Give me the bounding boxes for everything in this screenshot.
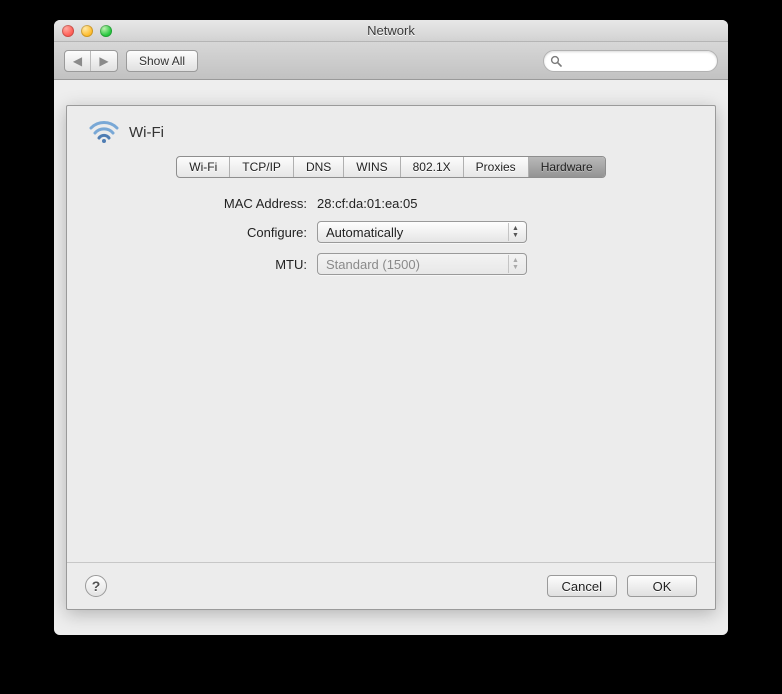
mtu-label: MTU: — [97, 257, 317, 272]
sheet-backdrop: Wi-Fi Wi-Fi TCP/IP DNS WINS 802.1X Proxi… — [54, 80, 728, 635]
configure-select[interactable]: Automatically ▲▼ — [317, 221, 527, 243]
minimize-button[interactable] — [81, 25, 93, 37]
connection-name: Wi-Fi — [129, 124, 164, 141]
traffic-lights — [62, 25, 112, 37]
sheet-footer: ? Cancel OK — [67, 562, 715, 609]
ok-button[interactable]: OK — [627, 575, 697, 597]
tab-wins[interactable]: WINS — [344, 157, 400, 177]
titlebar[interactable]: Network — [54, 20, 728, 42]
forward-button[interactable]: ▶ — [91, 51, 117, 71]
mac-address-value: 28:cf:da:01:ea:05 — [317, 196, 417, 211]
chevron-right-icon: ▶ — [99, 54, 108, 68]
zoom-button[interactable] — [100, 25, 112, 37]
tab-wifi[interactable]: Wi-Fi — [177, 157, 230, 177]
search-input[interactable] — [566, 54, 711, 68]
tab-dns[interactable]: DNS — [294, 157, 344, 177]
tab-hardware[interactable]: Hardware — [529, 157, 605, 177]
configure-label: Configure: — [97, 225, 317, 240]
network-preferences-window: Network ◀ ▶ Show All — [54, 20, 728, 635]
chevron-left-icon: ◀ — [73, 54, 82, 68]
tab-group: Wi-Fi TCP/IP DNS WINS 802.1X Proxies Har… — [176, 156, 605, 178]
close-button[interactable] — [62, 25, 74, 37]
tab-proxies[interactable]: Proxies — [464, 157, 529, 177]
mtu-select-value: Standard (1500) — [326, 257, 420, 272]
configure-select-value: Automatically — [326, 225, 403, 240]
mac-address-row: MAC Address: 28:cf:da:01:ea:05 — [97, 196, 685, 211]
stepper-arrows-icon: ▲▼ — [508, 223, 522, 241]
configure-row: Configure: Automatically ▲▼ — [97, 221, 685, 243]
hardware-tab-content: MAC Address: 28:cf:da:01:ea:05 Configure… — [67, 178, 715, 562]
mtu-row: MTU: Standard (1500) ▲▼ — [97, 253, 685, 275]
search-icon — [550, 55, 562, 67]
tab-8021x[interactable]: 802.1X — [401, 157, 464, 177]
cancel-button[interactable]: Cancel — [547, 575, 617, 597]
search-field[interactable] — [543, 50, 718, 72]
mac-address-label: MAC Address: — [97, 196, 317, 211]
stepper-arrows-icon: ▲▼ — [508, 255, 522, 273]
show-all-button[interactable]: Show All — [126, 50, 198, 72]
wifi-icon — [89, 120, 119, 144]
mtu-select: Standard (1500) ▲▼ — [317, 253, 527, 275]
window-title: Network — [54, 23, 728, 38]
nav-segment: ◀ ▶ — [64, 50, 118, 72]
toolbar: ◀ ▶ Show All — [54, 42, 728, 80]
back-button[interactable]: ◀ — [65, 51, 91, 71]
sheet-header: Wi-Fi — [67, 106, 715, 148]
advanced-sheet: Wi-Fi Wi-Fi TCP/IP DNS WINS 802.1X Proxi… — [66, 105, 716, 610]
help-button[interactable]: ? — [85, 575, 107, 597]
tab-bar: Wi-Fi TCP/IP DNS WINS 802.1X Proxies Har… — [67, 156, 715, 178]
tab-tcpip[interactable]: TCP/IP — [230, 157, 294, 177]
